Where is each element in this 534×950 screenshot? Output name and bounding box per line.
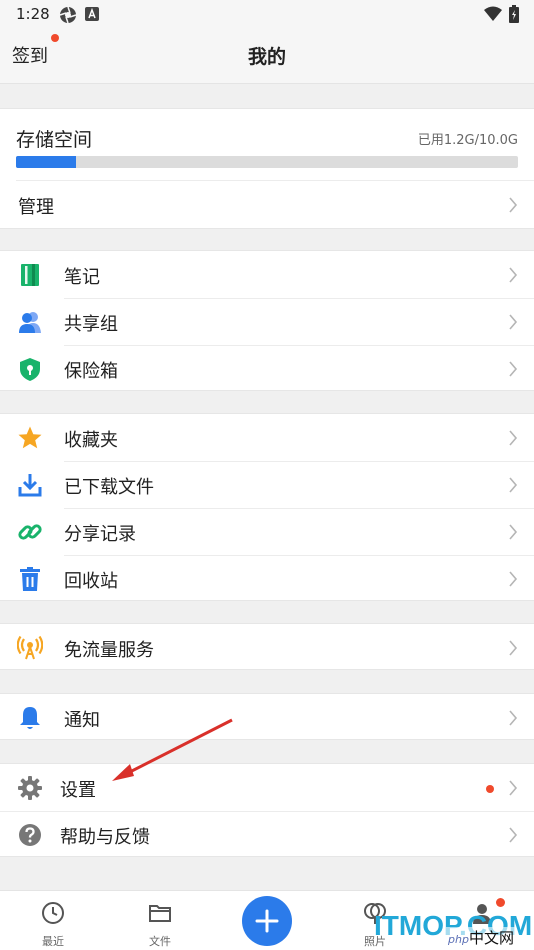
- storage-progress-bar: [16, 156, 518, 168]
- chevron-right-icon: [509, 477, 518, 493]
- chevron-right-icon: [509, 430, 518, 446]
- menu-group-files: 收藏夹 已下载文件 分享记录 回收站: [0, 413, 534, 601]
- menu-item-data-free-service[interactable]: 免流量服务: [0, 624, 534, 671]
- antenna-icon: [17, 635, 43, 660]
- chevron-right-icon: [509, 827, 518, 843]
- annotation-arrow-icon: [112, 718, 233, 781]
- app-a-icon: [85, 7, 99, 21]
- trash-icon: [20, 567, 40, 591]
- menu-item-recycle-bin[interactable]: 回收站: [0, 555, 534, 602]
- menu-group-settings: 设置 帮助与反馈: [0, 763, 534, 857]
- chevron-right-icon: [509, 524, 518, 540]
- page-title: 我的: [247, 46, 286, 68]
- menu-item-share-records[interactable]: 分享记录: [0, 508, 534, 556]
- plus-icon: [255, 909, 279, 933]
- help-icon: [19, 824, 41, 846]
- menu-item-notes[interactable]: 笔记: [0, 251, 534, 299]
- wifi-icon: [484, 6, 502, 21]
- tab-label: 最近: [42, 935, 64, 948]
- menu-item-label: 共享组: [64, 314, 118, 335]
- top-header: 签到 我的: [0, 28, 534, 84]
- menu-item-label: 通知: [64, 710, 100, 731]
- watermark-php: php: [448, 933, 469, 946]
- me-tab-badge-dot: [496, 898, 505, 907]
- menu-item-label: 笔记: [64, 267, 100, 288]
- chevron-right-icon: [509, 640, 518, 656]
- menu-item-label: 收藏夹: [64, 430, 118, 451]
- chevron-right-icon: [509, 780, 518, 796]
- bell-icon: [20, 707, 40, 729]
- storage-used-text: 已用1.2G/10.0G: [417, 133, 518, 148]
- clock-icon: [42, 902, 64, 924]
- folder-icon: [149, 905, 171, 922]
- users-icon: [19, 312, 41, 333]
- menu-item-label: 回收站: [64, 571, 118, 592]
- menu-group-tools: 笔记 共享组 保险箱: [0, 250, 534, 391]
- chevron-right-icon: [509, 197, 518, 213]
- status-time: 1:28: [16, 5, 50, 23]
- storage-title: 存储空间: [16, 129, 93, 151]
- manage-storage-row[interactable]: 管理: [0, 181, 534, 228]
- star-icon: [18, 426, 42, 449]
- chevron-right-icon: [509, 314, 518, 330]
- watermark-cn: 中文网: [468, 929, 514, 947]
- menu-item-label: 设置: [60, 780, 96, 801]
- status-bar: 1:28: [0, 0, 534, 28]
- download-icon: [18, 474, 42, 497]
- watermark-sub: php中文网: [446, 927, 516, 948]
- tab-files[interactable]: 文件: [115, 891, 205, 950]
- menu-group-data-free: 免流量服务: [0, 623, 534, 670]
- shield-lock-icon: [20, 358, 40, 381]
- storage-card: 存储空间 已用1.2G/10.0G 管理: [0, 108, 534, 229]
- menu-item-label: 保险箱: [64, 361, 118, 382]
- menu-item-label: 已下载文件: [64, 477, 154, 498]
- menu-item-favorites[interactable]: 收藏夹: [0, 414, 534, 462]
- menu-item-label: 分享记录: [64, 524, 136, 545]
- checkin-badge-dot: [51, 34, 59, 42]
- tab-label: 文件: [149, 935, 171, 948]
- menu-item-settings[interactable]: 设置: [0, 764, 534, 812]
- menu-item-notifications[interactable]: 通知: [0, 694, 534, 741]
- storage-progress-fill: [16, 156, 77, 168]
- chevron-right-icon: [509, 267, 518, 283]
- tab-recent[interactable]: 最近: [8, 891, 98, 950]
- menu-item-label: 免流量服务: [64, 640, 154, 661]
- chevron-right-icon: [509, 571, 518, 587]
- battery-icon: [509, 5, 519, 23]
- notebook-icon: [21, 264, 39, 286]
- add-button[interactable]: [242, 896, 292, 946]
- menu-item-safe-box[interactable]: 保险箱: [0, 345, 534, 392]
- menu-item-help-feedback[interactable]: 帮助与反馈: [0, 811, 534, 858]
- settings-badge-dot: [486, 785, 494, 793]
- menu-group-notifications: 通知: [0, 693, 534, 740]
- gear-icon: [18, 776, 42, 800]
- link-icon: [18, 524, 42, 540]
- menu-item-label: 帮助与反馈: [60, 827, 150, 848]
- manage-label: 管理: [18, 197, 54, 218]
- chevron-right-icon: [509, 710, 518, 726]
- menu-item-downloads[interactable]: 已下载文件: [0, 461, 534, 509]
- menu-item-share-group[interactable]: 共享组: [0, 298, 534, 346]
- chevron-right-icon: [509, 361, 518, 377]
- aperture-icon: [59, 6, 77, 24]
